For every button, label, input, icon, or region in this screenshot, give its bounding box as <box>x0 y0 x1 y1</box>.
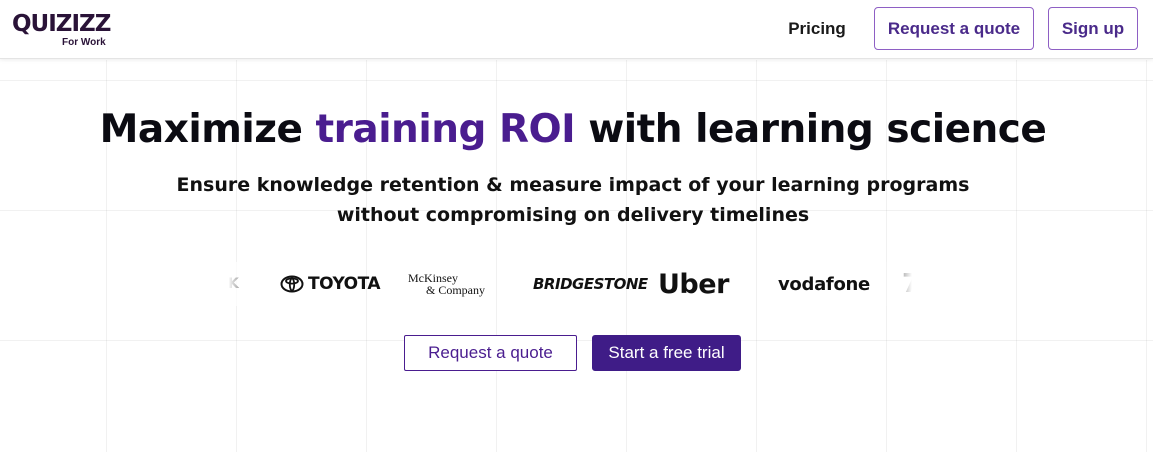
top-navigation-bar: QUIZIZZ For Work Pricing Request a quote… <box>0 0 1153 59</box>
hero-title-accent: training ROI <box>315 107 576 152</box>
logos-fade-right <box>882 262 912 306</box>
quizizz-for-work-logo[interactable]: QUIZIZZ For Work <box>12 10 112 50</box>
hero-title-suffix: with learning science <box>575 107 1047 152</box>
uber-logo: Uber <box>658 268 729 300</box>
toyota-logo: TOYOTA <box>280 262 381 306</box>
request-quote-button[interactable]: Request a quote <box>404 335 577 371</box>
mckinsey-logo: McKinsey & Company <box>408 262 485 306</box>
start-free-trial-button[interactable]: Start a free trial <box>592 335 741 371</box>
hero-subtitle-line-1: Ensure knowledge retention & measure imp… <box>176 174 970 196</box>
toyota-emblem-icon <box>280 275 304 293</box>
nav-pricing-link[interactable]: Pricing <box>778 17 856 41</box>
logo-subtitle: For Work <box>62 37 106 48</box>
customer-logos-strip: K TOYOTA McKinsey & Company BRIDGESTONE … <box>228 262 912 306</box>
toyota-wordmark: TOYOTA <box>308 274 381 294</box>
hero-subtitle: Ensure knowledge retention & measure imp… <box>0 170 1146 230</box>
hero-title-prefix: Maximize <box>99 107 316 152</box>
logo-wordmark: QUIZIZZ <box>12 11 111 37</box>
hero-subtitle-line-2: without compromising on delivery timelin… <box>336 204 810 226</box>
sign-up-button[interactable]: Sign up <box>1048 7 1138 50</box>
vodafone-logo: vodafone <box>778 273 870 295</box>
mckinsey-line-2: & Company <box>426 283 485 297</box>
hero-title: Maximize training ROI with learning scie… <box>0 104 1146 156</box>
bridgestone-logo: BRIDGESTONE <box>533 275 648 293</box>
header-request-quote-button[interactable]: Request a quote <box>874 7 1034 50</box>
logos-fade-left <box>228 262 258 306</box>
